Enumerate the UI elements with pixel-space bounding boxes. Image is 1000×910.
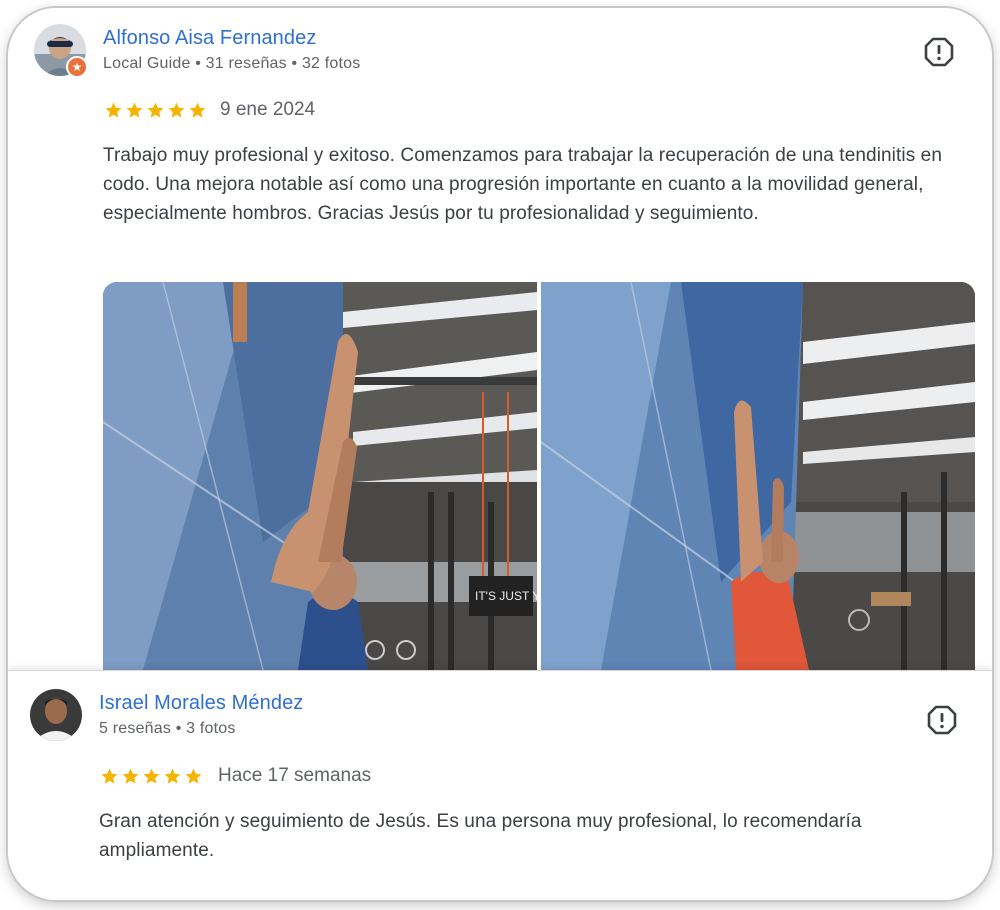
local-guide-badge-icon: ★ [66,56,88,78]
author-name[interactable]: Alfonso Aisa Fernandez [103,27,316,50]
star-icon [185,768,202,784]
review-text: Gran atención y seguimiento de Jesús. Es… [99,811,862,861]
star-icon [164,768,181,784]
star-icon [122,768,139,784]
report-flag-icon[interactable] [927,705,957,735]
avatar[interactable] [30,689,82,741]
review-photo[interactable]: IT'S JUST YO [103,282,537,670]
review-item: ★ Alfonso Aisa Fernandez Local Guide • 3… [8,8,992,670]
author-meta: 5 reseñas • 3 fotos [99,720,236,737]
report-flag-icon[interactable] [924,37,954,67]
author-name[interactable]: Israel Morales Méndez [99,692,303,715]
star-icon [105,102,122,118]
star-icon [101,768,118,784]
star-icon [168,102,185,118]
star-icon [147,102,164,118]
review-date: 9 ene 2024 [220,99,316,120]
author-meta: Local Guide • 31 reseñas • 32 fotos [103,55,361,72]
star-icon [143,768,160,784]
review-text: Trabajo muy profesional y exitoso. Comen… [103,145,943,224]
star-icon [126,102,143,118]
reviews-card: ★ Alfonso Aisa Fernandez Local Guide • 3… [8,8,992,900]
review-item: Israel Morales Méndez 5 reseñas • 3 foto… [8,670,992,900]
star-rating [104,101,207,120]
star-rating [100,767,203,786]
star-icon [189,102,206,118]
review-date: Hace 17 semanas [218,765,372,786]
gym-sign-text: IT'S JUST YO [475,589,537,603]
review-photo[interactable] [541,282,975,670]
